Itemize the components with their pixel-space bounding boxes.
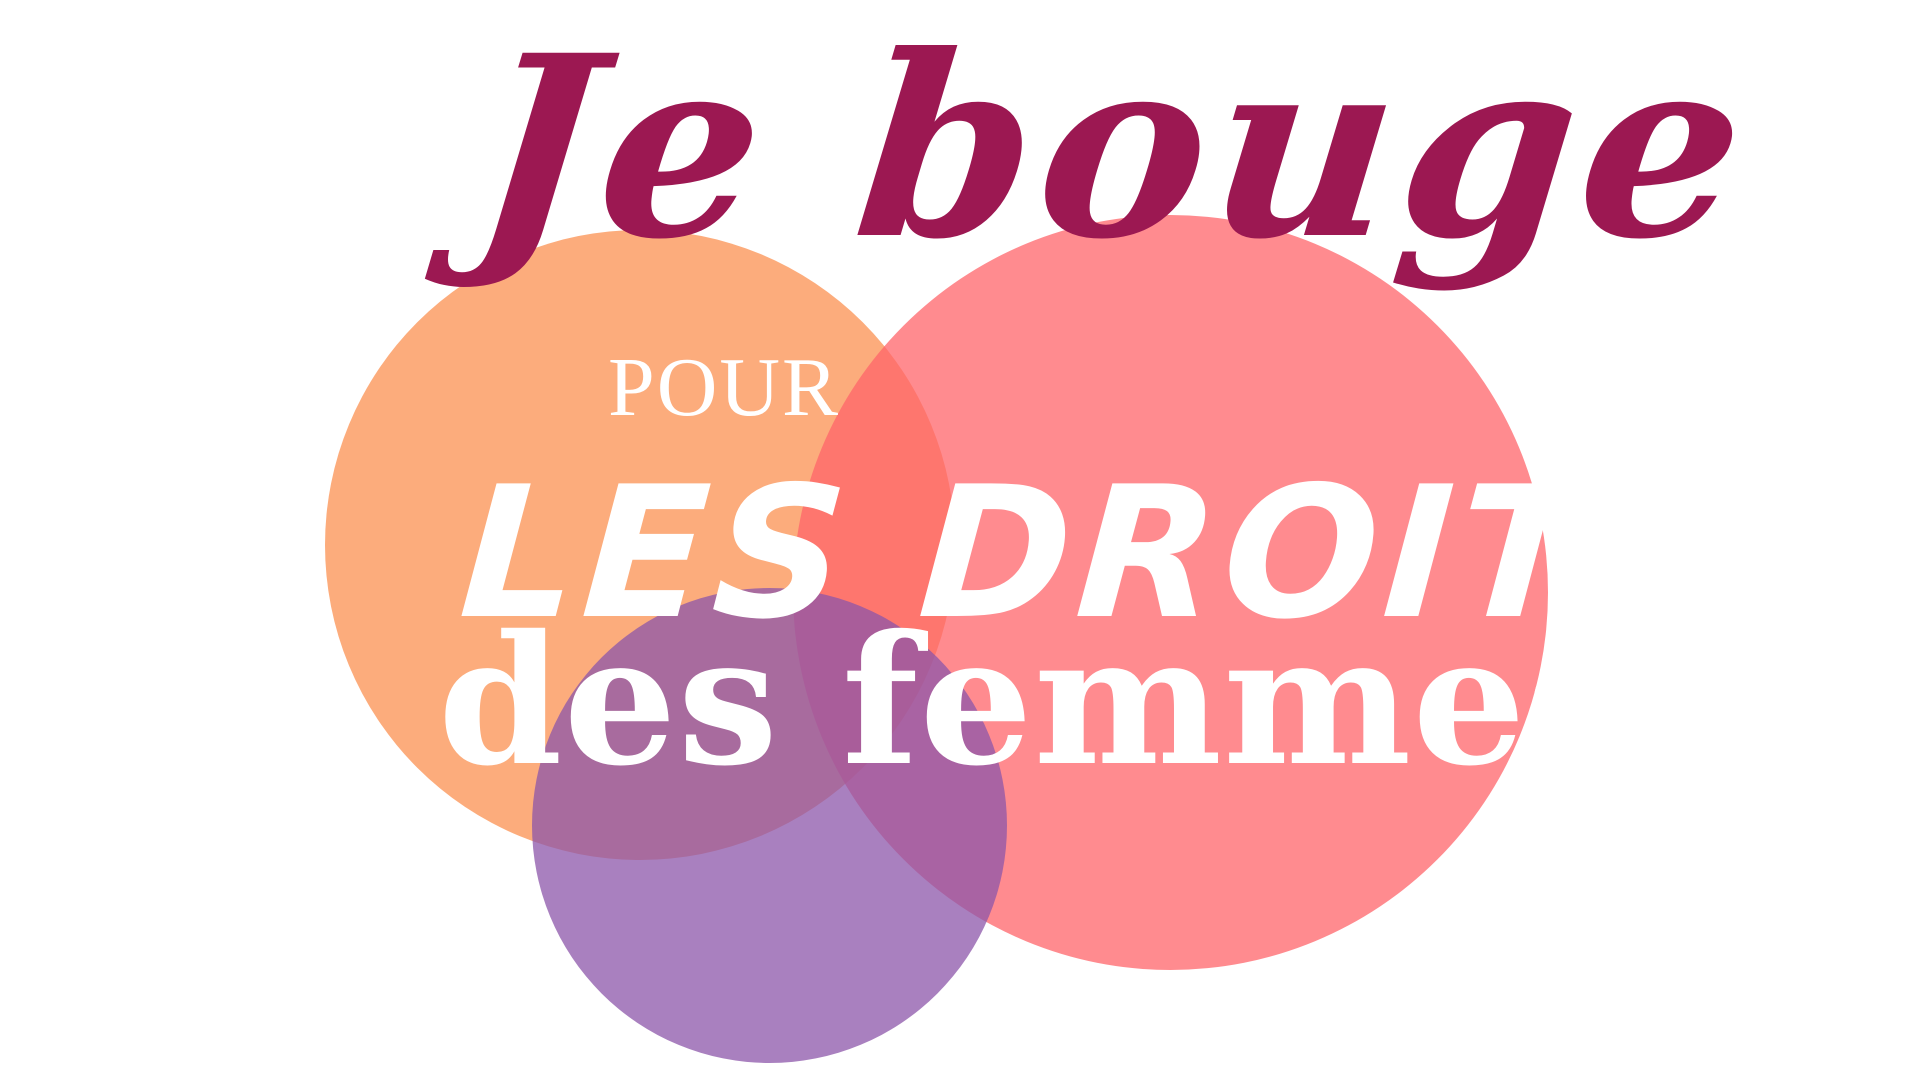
poster-canvas: Je bouge POUR LES DROITS des femmes xyxy=(0,0,1920,1080)
poster-title: Je bouge xyxy=(462,0,1764,294)
pour-label: POUR xyxy=(608,341,841,434)
des-femmes-label: des femmes xyxy=(438,596,1628,805)
